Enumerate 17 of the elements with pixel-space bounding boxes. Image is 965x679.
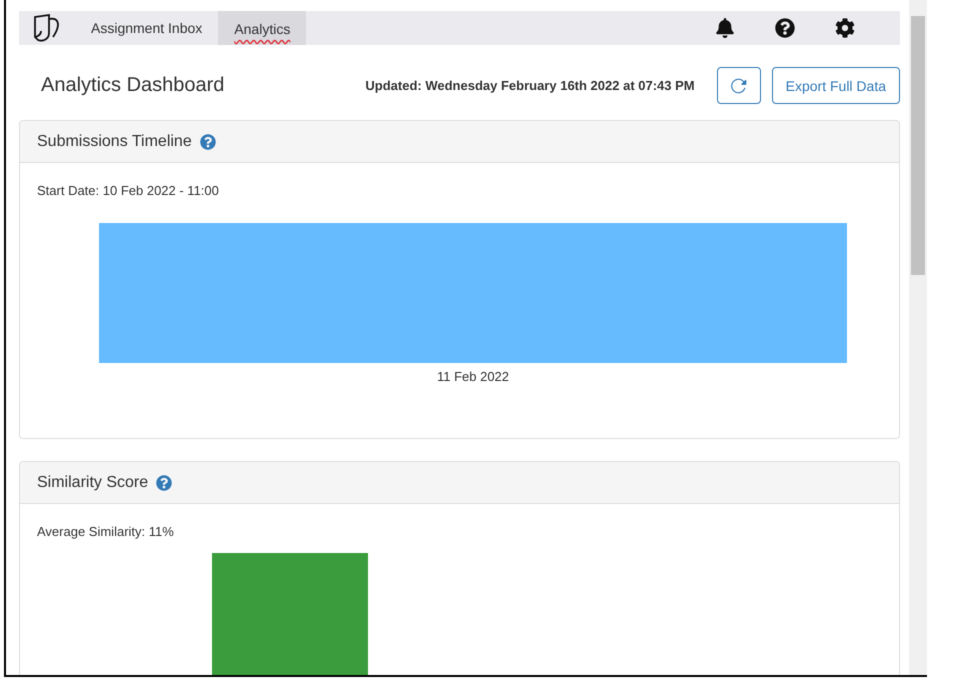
card-title: Submissions Timeline (37, 132, 192, 150)
card-title: Similarity Score (37, 474, 148, 492)
export-button[interactable]: Export Full Data (772, 67, 900, 104)
nav-tab[interactable]: Assignment Inbox (75, 11, 218, 45)
start-date-text: Start Date: 10 Feb 2022 - 11:00 (37, 183, 220, 198)
settings-icon[interactable] (835, 18, 855, 38)
nav-tab[interactable]: Analytics (218, 11, 306, 45)
refresh-button[interactable] (716, 67, 761, 104)
refresh-icon (730, 76, 748, 94)
axis-label: 11 Feb 2022 (436, 369, 510, 384)
page-title: Analytics Dashboard (41, 74, 224, 97)
scrollbar-thumb[interactable] (911, 16, 925, 275)
bell-icon[interactable] (715, 18, 735, 38)
updated-text: Updated: Wednesday February 16th 2022 at 07:43 PM (365, 78, 695, 93)
average-similarity-text: Average Similarity: 11% (37, 524, 175, 539)
help-icon[interactable] (775, 18, 795, 38)
scrollbar[interactable] (909, 0, 927, 675)
